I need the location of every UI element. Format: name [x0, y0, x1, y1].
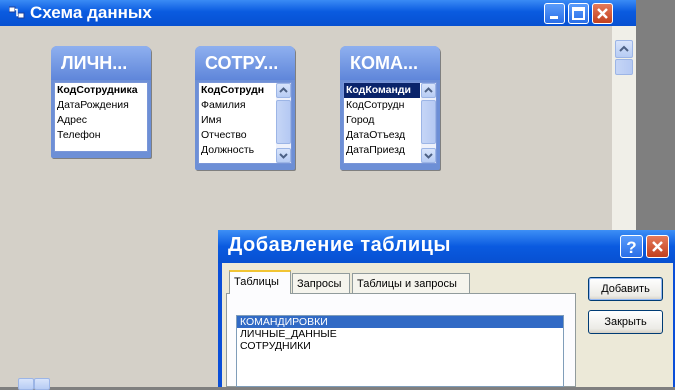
- tab-tables[interactable]: Таблицы: [229, 270, 291, 294]
- scroll-thumb[interactable]: [615, 59, 633, 75]
- field[interactable]: Город: [344, 113, 420, 128]
- scroll-right-button[interactable]: [34, 378, 50, 390]
- scroll-left-button[interactable]: [18, 378, 34, 390]
- add-table-dialog: Добавление таблицы ? Таблицы Запросы Таб…: [218, 230, 675, 387]
- field-list[interactable]: КодСотрудн Фамилия Имя Отчество Должност…: [198, 82, 292, 164]
- field-key-selected[interactable]: КодКоманди: [344, 83, 420, 98]
- scroll-thumb[interactable]: [276, 100, 291, 144]
- chevron-down-icon: [279, 153, 288, 159]
- maximize-button[interactable]: [568, 3, 589, 24]
- dialog-close-button[interactable]: [646, 235, 669, 258]
- field-list-scrollbar[interactable]: [276, 83, 291, 163]
- add-button[interactable]: Добавить: [588, 277, 663, 301]
- table-box-personal[interactable]: ЛИЧН... КодСотрудника ДатаРождения Адрес…: [51, 46, 151, 158]
- chevron-down-icon: [424, 153, 433, 159]
- close-button[interactable]: [592, 3, 613, 24]
- relationships-icon: [9, 6, 25, 19]
- table-title[interactable]: СОТРУ...: [195, 46, 295, 80]
- tab-queries[interactable]: Запросы: [292, 273, 350, 293]
- help-button[interactable]: ?: [620, 235, 643, 258]
- field-list[interactable]: КодСотрудника ДатаРождения Адрес Телефон: [54, 82, 148, 152]
- window-title: Схема данных: [30, 3, 152, 22]
- field[interactable]: Телефон: [55, 128, 147, 143]
- chevron-up-icon: [619, 45, 629, 52]
- field-list-scrollbar[interactable]: [421, 83, 436, 163]
- dialog-titlebar[interactable]: Добавление таблицы ?: [218, 230, 675, 263]
- dialog-body: Таблицы Запросы Таблицы и запросы КОМАНД…: [222, 263, 673, 387]
- maximize-icon: [572, 7, 585, 20]
- field[interactable]: ДатаПриезд: [344, 143, 420, 158]
- scroll-thumb[interactable]: [421, 100, 436, 144]
- window-titlebar[interactable]: Схема данных: [0, 0, 636, 26]
- list-item[interactable]: КОМАНДИРОВКИ: [237, 316, 563, 328]
- field-list[interactable]: КодКоманди КодСотрудн Город ДатаОтъезд Д…: [343, 82, 437, 164]
- field[interactable]: Отчество: [199, 128, 275, 143]
- chevron-up-icon: [424, 87, 433, 93]
- scroll-up-button[interactable]: [615, 40, 633, 58]
- field[interactable]: Имя: [199, 113, 275, 128]
- field-key[interactable]: КодСотрудн: [199, 83, 275, 98]
- svg-text:?: ?: [626, 238, 636, 257]
- field[interactable]: ДатаОтъезд: [344, 128, 420, 143]
- field[interactable]: Адрес: [55, 113, 147, 128]
- scroll-up-button[interactable]: [421, 83, 436, 98]
- field[interactable]: Фамилия: [199, 98, 275, 113]
- table-title[interactable]: КОМА...: [340, 46, 440, 80]
- scroll-down-button[interactable]: [421, 148, 436, 163]
- help-icon: ?: [626, 238, 636, 257]
- list-item[interactable]: СОТРУДНИКИ: [237, 340, 563, 352]
- table-box-trips[interactable]: КОМА... КодКоманди КодСотрудн Город Дата…: [340, 46, 440, 170]
- table-list[interactable]: КОМАНДИРОВКИ ЛИЧНЫЕ_ДАННЫЕ СОТРУДНИКИ: [236, 315, 564, 387]
- table-title[interactable]: ЛИЧН...: [51, 46, 151, 80]
- field[interactable]: Должность: [199, 143, 275, 158]
- minimize-icon: [550, 16, 558, 19]
- close-icon: [597, 8, 608, 19]
- field[interactable]: КодСотрудн: [344, 98, 420, 113]
- field-key[interactable]: КодСотрудника: [55, 83, 147, 98]
- close-dialog-button[interactable]: Закрыть: [588, 310, 663, 334]
- table-box-employees[interactable]: СОТРУ... КодСотрудн Фамилия Имя Отчество…: [195, 46, 295, 170]
- scroll-up-button[interactable]: [276, 83, 291, 98]
- dialog-title: Добавление таблицы: [228, 234, 451, 256]
- chevron-up-icon: [279, 87, 288, 93]
- tab-tables-and-queries[interactable]: Таблицы и запросы: [352, 273, 470, 293]
- list-item[interactable]: ЛИЧНЫЕ_ДАННЫЕ: [237, 328, 563, 340]
- minimize-button[interactable]: [544, 3, 565, 24]
- scroll-down-button[interactable]: [276, 148, 291, 163]
- field[interactable]: ДатаРождения: [55, 98, 147, 113]
- close-icon: [652, 241, 663, 252]
